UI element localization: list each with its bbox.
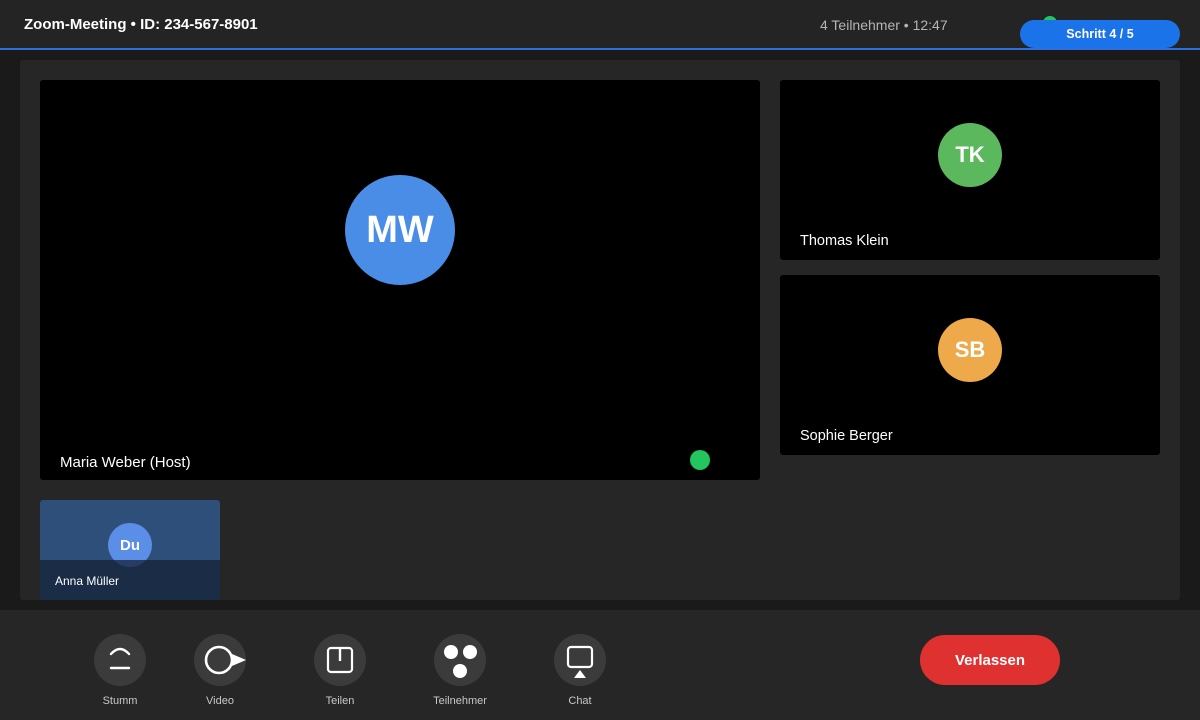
leave-button[interactable]: Verlassen: [920, 635, 1060, 685]
mute-button[interactable]: [94, 634, 146, 686]
main-video-tile[interactable]: MW Maria Weber (Host): [40, 80, 760, 480]
video-camera-icon: [204, 645, 246, 675]
video-control[interactable]: Video: [170, 610, 270, 707]
share-button[interactable]: [314, 634, 366, 686]
participants-button[interactable]: [434, 634, 486, 686]
participants-control[interactable]: Teilnehmer: [410, 610, 510, 707]
mute-label: Stumm: [102, 695, 138, 707]
chat-label: Chat: [568, 695, 592, 707]
participants-icon: [444, 645, 477, 678]
participant-name: Thomas Klein: [800, 233, 889, 249]
share-label: Teilen: [325, 695, 355, 707]
participants-label: Teilnehmer: [433, 695, 487, 707]
participant-name: Sophie Berger: [800, 428, 893, 444]
participant-tile-sophie[interactable]: SB Sophie Berger: [780, 275, 1160, 455]
main-speaker-name: Maria Weber (Host): [60, 454, 191, 471]
chat-button[interactable]: [554, 634, 606, 686]
share-control[interactable]: Teilen: [290, 610, 390, 707]
participant-avatar: TK: [938, 123, 1002, 187]
mute-control[interactable]: Stumm: [70, 610, 170, 707]
top-bar: Zoom-Meeting • ID: 234-567-8901 4 Teilne…: [0, 0, 1200, 50]
share-screen-icon: [326, 646, 354, 674]
main-speaker-avatar: MW: [345, 175, 455, 285]
participant-tile-thomas[interactable]: TK Thomas Klein: [780, 80, 1160, 260]
self-name: Anna Müller: [55, 574, 120, 588]
speaking-indicator-icon: [690, 450, 710, 470]
participant-avatar: SB: [938, 318, 1002, 382]
video-button[interactable]: [194, 634, 246, 686]
self-view-tile[interactable]: Du Anna Müller: [40, 500, 220, 600]
chat-control[interactable]: Chat: [530, 610, 630, 707]
meeting-title: Zoom-Meeting • ID: 234-567-8901: [24, 16, 258, 33]
meeting-info: 4 Teilnehmer • 12:47: [820, 17, 948, 33]
chat-icon: [566, 645, 594, 678]
video-label: Video: [206, 695, 234, 707]
step-badge: Schritt 4 / 5: [1020, 20, 1180, 48]
microphone-muted-icon: [109, 647, 131, 670]
